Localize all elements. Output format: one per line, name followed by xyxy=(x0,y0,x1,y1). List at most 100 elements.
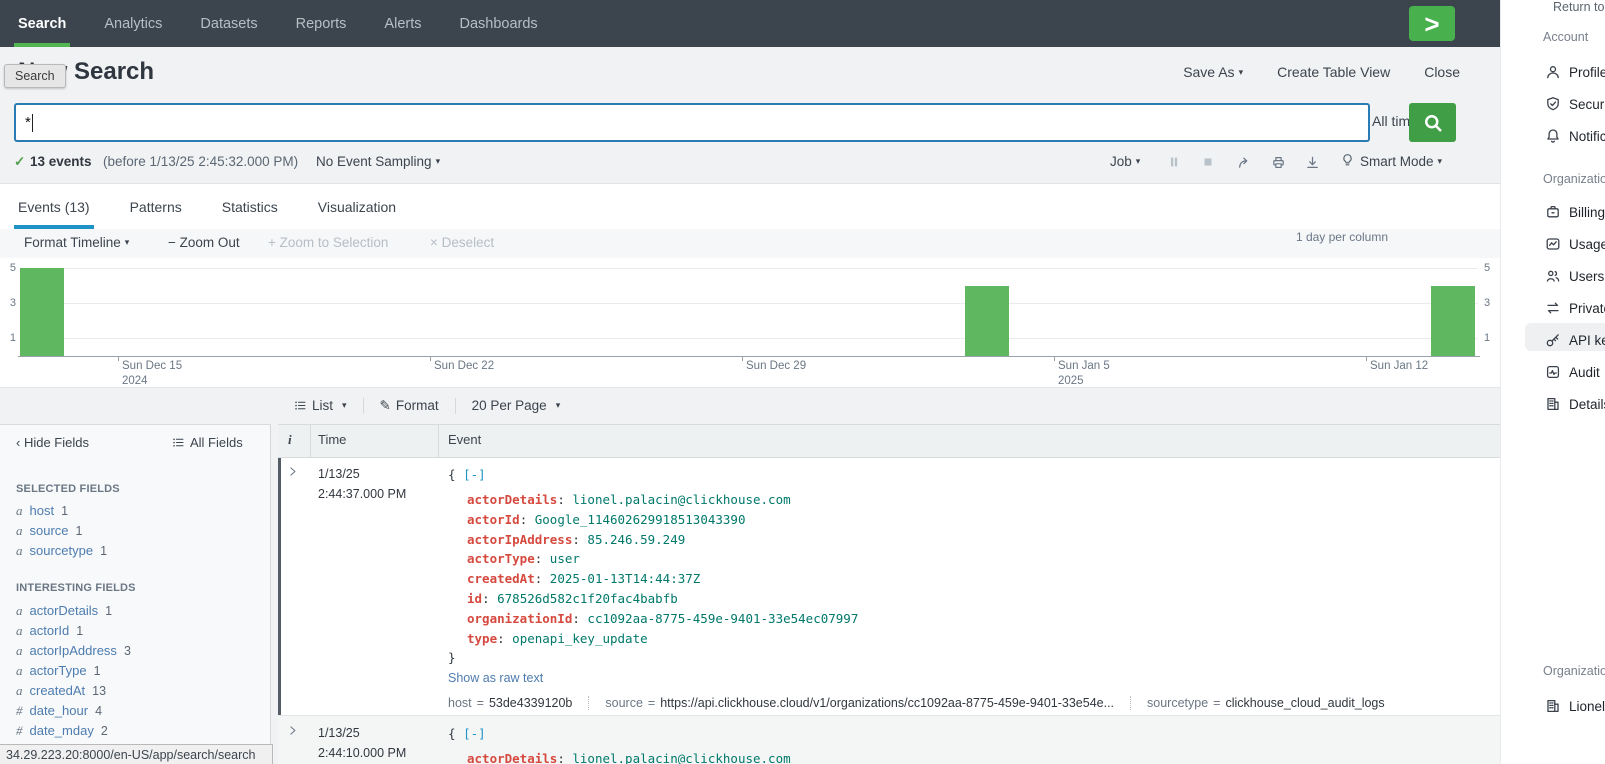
settings-item-api-keys[interactable]: API keys xyxy=(1501,328,1605,356)
table-row: 1/13/252:44:37.000 PM{ [-]actorDetails: … xyxy=(278,457,1500,716)
close-button[interactable]: Close xyxy=(1424,64,1460,80)
settings-item-profile[interactable]: Profile xyxy=(1501,60,1605,88)
job-dropdown[interactable]: Job▾ xyxy=(1110,154,1140,169)
field-name[interactable]: actorType xyxy=(30,663,87,678)
event-meta-sourcetype[interactable]: sourcetype=clickhouse_cloud_audit_logs xyxy=(1130,696,1401,710)
nav-tab-reports[interactable]: Reports xyxy=(296,0,347,47)
field-item-actorDetails[interactable]: aactorDetails1 xyxy=(16,603,112,621)
gridline-y5 xyxy=(20,268,1478,269)
nav-tab-alerts[interactable]: Alerts xyxy=(384,0,421,47)
success-check-icon: ✓ xyxy=(14,154,25,170)
timeline-bar[interactable] xyxy=(20,268,64,356)
event-date: 1/13/25 xyxy=(318,467,360,481)
field-name[interactable]: sourcetype xyxy=(30,543,94,558)
tab-visualization[interactable]: Visualization xyxy=(318,184,396,229)
settings-item-notifications[interactable]: Notifications xyxy=(1501,124,1605,152)
field-type-icon: # xyxy=(16,703,23,719)
job-bar: ✓ 13 events (before 1/13/25 2:45:32.000 … xyxy=(0,148,1500,182)
settings-item-lionel[interactable]: Lionel xyxy=(1501,694,1605,722)
zoom-to-selection-button[interactable]: + Zoom to Selection xyxy=(268,235,388,250)
deselect-button[interactable]: × Deselect xyxy=(430,235,494,250)
y-axis-label-left: 5 xyxy=(2,262,16,274)
field-item-actorType[interactable]: aactorType1 xyxy=(16,663,101,681)
event-sampling-dropdown[interactable]: No Event Sampling▾ xyxy=(316,154,440,169)
all-fields-button[interactable]: All Fields xyxy=(172,435,243,450)
nav-tab-analytics[interactable]: Analytics xyxy=(104,0,162,47)
event-meta-source[interactable]: source=https://api.clickhouse.cloud/v1/o… xyxy=(588,696,1130,710)
nav-tab-search[interactable]: Search xyxy=(18,0,66,47)
list-view-dropdown[interactable]: List▾ xyxy=(278,398,363,413)
field-item-createdAt[interactable]: acreatedAt13 xyxy=(16,683,106,701)
format-timeline-dropdown[interactable]: Format Timeline▾ xyxy=(24,235,129,250)
format-button[interactable]: ✎Format xyxy=(364,398,455,414)
export-icon[interactable] xyxy=(1301,153,1323,171)
field-name[interactable]: actorDetails xyxy=(30,603,99,618)
stop-icon[interactable] xyxy=(1197,153,1219,171)
timeline-bar[interactable] xyxy=(965,286,1009,356)
settings-item-audit[interactable]: Audit xyxy=(1501,360,1605,388)
nav-tab-dashboards[interactable]: Dashboards xyxy=(460,0,538,47)
json-collapse-toggle[interactable]: [-] xyxy=(463,726,486,741)
field-name[interactable]: actorIpAddress xyxy=(30,643,117,658)
print-icon[interactable] xyxy=(1267,153,1289,171)
json-field-actorDetails: actorDetails: lionel.palacin@clickhouse.… xyxy=(467,490,791,510)
pause-icon[interactable] xyxy=(1163,153,1185,171)
field-type-icon: a xyxy=(16,603,23,619)
settings-item-users[interactable]: Users xyxy=(1501,264,1605,292)
field-type-icon: a xyxy=(16,623,23,639)
field-name[interactable]: source xyxy=(30,523,69,538)
field-name[interactable]: date_mday xyxy=(30,723,94,738)
search-button[interactable] xyxy=(1409,103,1456,142)
json-collapse-toggle[interactable]: [-] xyxy=(463,467,486,482)
tab-statistics[interactable]: Statistics xyxy=(222,184,278,229)
create-table-view-button[interactable]: Create Table View xyxy=(1277,64,1390,80)
list-icon xyxy=(294,399,307,412)
search-mode-dropdown[interactable]: Smart Mode▾ xyxy=(1360,154,1442,169)
expand-event-icon[interactable] xyxy=(286,465,299,478)
events-table: i Time Event 1/13/252:44:37.000 PM{ [-]a… xyxy=(278,424,1500,764)
search-input[interactable]: * xyxy=(14,103,1370,142)
zoom-out-button[interactable]: − Zoom Out xyxy=(168,235,240,250)
field-item-host[interactable]: ahost1 xyxy=(16,503,68,521)
field-count: 2 xyxy=(101,724,108,738)
hide-fields-button[interactable]: ‹ Hide Fields xyxy=(16,435,89,450)
building-icon xyxy=(1545,698,1561,714)
x-axis-tick xyxy=(1054,356,1055,361)
settings-item-billing[interactable]: Billing xyxy=(1501,200,1605,228)
event-timeline-chart[interactable]: 113355Sun Dec 152024Sun Dec 22Sun Dec 29… xyxy=(0,258,1500,388)
share-icon[interactable] xyxy=(1233,153,1255,171)
field-name[interactable]: createdAt xyxy=(30,683,86,698)
field-item-sourcetype[interactable]: asourcetype1 xyxy=(16,543,107,561)
return-to-link[interactable]: Return to xyxy=(1553,0,1604,14)
field-name[interactable]: date_hour xyxy=(30,703,89,718)
save-as-button[interactable]: Save As▾ xyxy=(1183,64,1243,80)
tab-events[interactable]: Events (13) xyxy=(18,184,90,229)
field-name[interactable]: actorId xyxy=(30,623,70,638)
field-name[interactable]: host xyxy=(30,503,55,518)
chevron-down-icon: ▾ xyxy=(125,237,130,247)
field-count: 3 xyxy=(124,644,131,658)
show-raw-text-link[interactable]: Show as raw text xyxy=(448,671,543,685)
expand-event-icon[interactable] xyxy=(286,724,299,737)
tab-patterns[interactable]: Patterns xyxy=(130,184,182,229)
field-item-date_mday[interactable]: #date_mday2 xyxy=(16,723,108,741)
field-item-actorIpAddress[interactable]: aactorIpAddress3 xyxy=(16,643,131,661)
per-page-dropdown[interactable]: 20 Per Page▾ xyxy=(456,398,577,413)
status-url-tooltip: 34.29.223.20:8000/en-US/app/search/searc… xyxy=(0,744,273,764)
settings-item-usage[interactable]: Usage xyxy=(1501,232,1605,260)
field-item-actorId[interactable]: aactorId1 xyxy=(16,623,83,641)
settings-item-security[interactable]: Security xyxy=(1501,92,1605,120)
y-axis-label-right: 3 xyxy=(1484,297,1498,309)
field-item-source[interactable]: asource1 xyxy=(16,523,82,541)
y-axis-label-left: 3 xyxy=(2,297,16,309)
event-meta-host[interactable]: host=53de4339120b xyxy=(448,696,588,710)
timeline-controls: Format Timeline▾ − Zoom Out + Zoom to Se… xyxy=(0,229,1500,258)
nav-tab-datasets[interactable]: Datasets xyxy=(200,0,257,47)
field-type-icon: a xyxy=(16,683,23,699)
field-item-date_hour[interactable]: #date_hour4 xyxy=(16,703,102,721)
timeline-bar[interactable] xyxy=(1431,286,1475,356)
settings-item-private[interactable]: Private xyxy=(1501,296,1605,324)
settings-item-details[interactable]: Details xyxy=(1501,392,1605,420)
settings-item-label: Profile xyxy=(1569,65,1605,80)
text-cursor xyxy=(32,114,33,132)
